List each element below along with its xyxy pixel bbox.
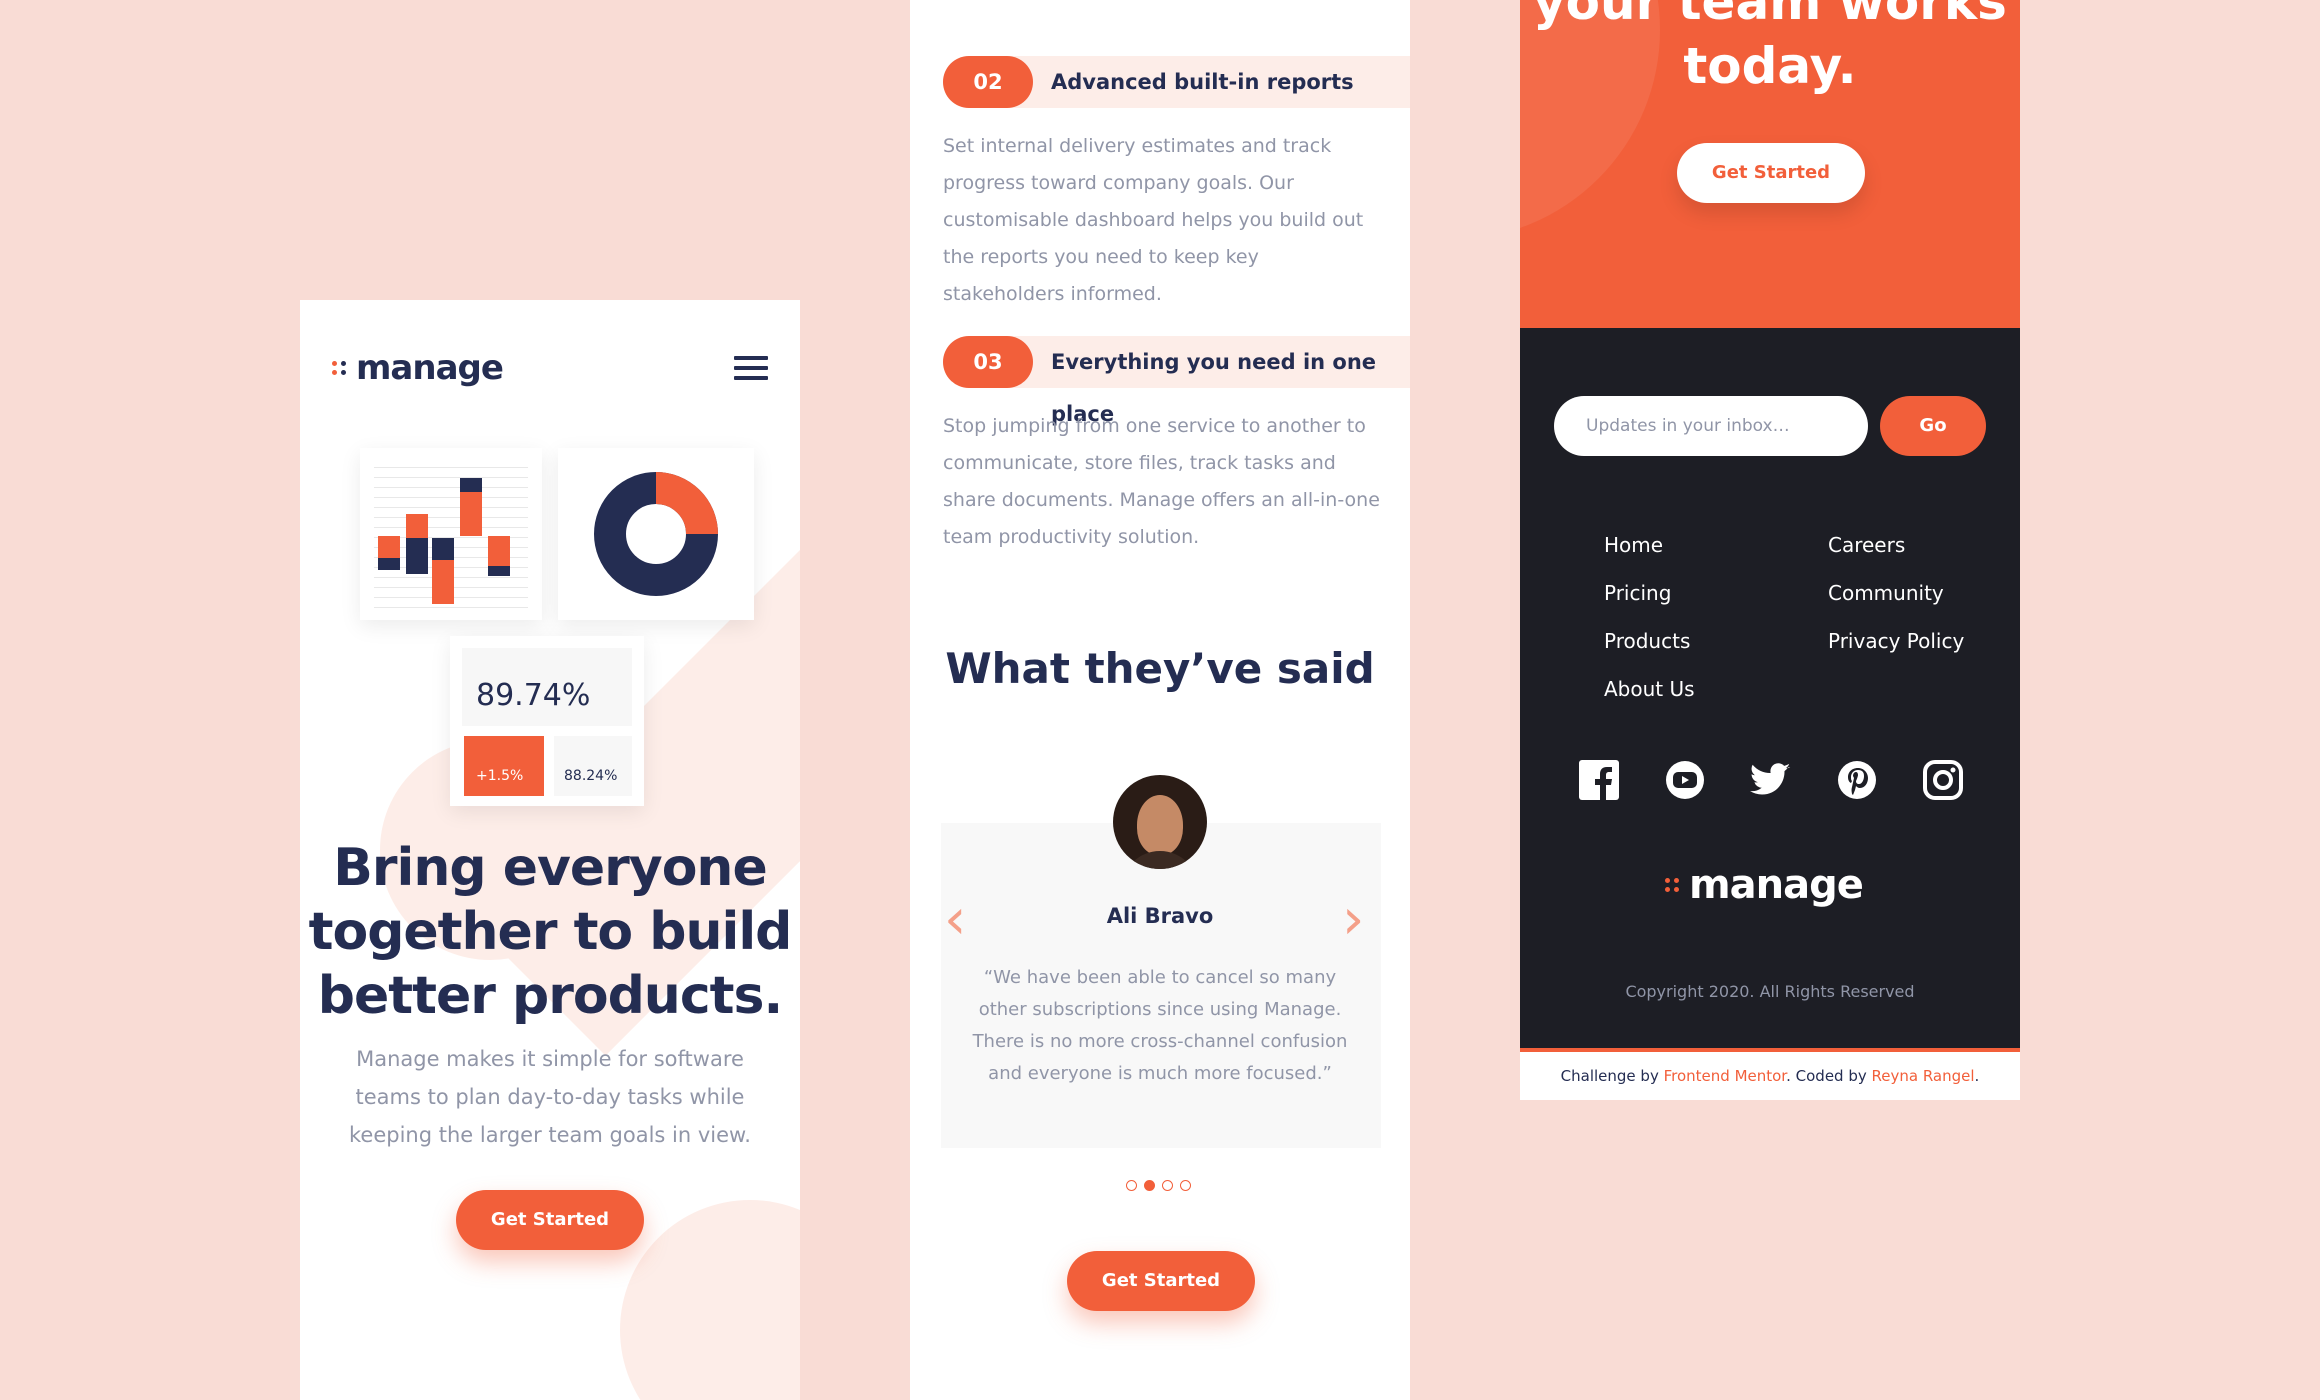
copyright-text: Copyright 2020. All Rights Reserved <box>1625 982 1915 1001</box>
get-started-button[interactable]: Get Started <box>1067 1251 1255 1311</box>
footer-link-products[interactable]: Products <box>1604 629 1690 653</box>
carousel-dot-active[interactable] <box>1144 1180 1155 1191</box>
mobile-footer-panel: your team works today. Get Started Updat… <box>1520 0 2020 1100</box>
footer-link-about[interactable]: About Us <box>1604 677 1695 701</box>
get-started-button[interactable]: Get Started <box>1677 143 1865 203</box>
donut-slice <box>655 472 718 535</box>
feature-item: 03 Everything you need in one place Stop… <box>943 336 1410 548</box>
logo-text: manage <box>1689 862 1864 908</box>
hamburger-menu-icon[interactable] <box>734 356 768 380</box>
social-links <box>1578 759 1964 801</box>
cta-title: your team works today. <box>1520 0 2020 98</box>
logo-dots-icon <box>1665 878 1679 892</box>
chart-bar <box>406 538 428 574</box>
donut-chart-card <box>558 448 754 620</box>
hero-description: Manage makes it simple for software team… <box>349 1047 751 1147</box>
feature-description: Stop jumping from one service to another… <box>943 415 1380 548</box>
testimonial-quote: “We have been able to cancel so many oth… <box>972 967 1348 1084</box>
feature-item: 02 Advanced built-in reports Set interna… <box>943 56 1410 305</box>
carousel-dots <box>1126 1180 1191 1191</box>
donut-chart <box>594 472 718 596</box>
footer-link-privacy[interactable]: Privacy Policy <box>1828 629 1964 653</box>
feature-number-badge: 02 <box>943 56 1033 108</box>
avatar <box>1113 775 1207 869</box>
stat-secondary-value: 88.24% <box>564 768 618 784</box>
twitter-icon[interactable] <box>1750 759 1792 801</box>
stat-secondary-tile: 88.24% <box>554 736 632 796</box>
testimonial-name: Ali Bravo <box>1106 904 1214 928</box>
carousel-dot[interactable] <box>1162 1180 1173 1191</box>
stat-card: 89.74% +1.5% 88.24% <box>450 636 644 806</box>
logo-dots-icon <box>332 361 346 375</box>
brand-logo[interactable]: manage <box>332 348 504 388</box>
carousel-dot[interactable] <box>1126 1180 1137 1191</box>
background-blob <box>620 1200 800 1400</box>
chart-bar <box>460 492 482 536</box>
frontend-mentor-link[interactable]: Frontend Mentor <box>1664 1067 1787 1085</box>
youtube-icon[interactable] <box>1664 759 1706 801</box>
footer-link-home[interactable]: Home <box>1604 533 1663 557</box>
stat-change-value: +1.5% <box>476 768 524 784</box>
cta-title-line: your team works <box>1533 0 2007 31</box>
footer-link-community[interactable]: Community <box>1828 581 1944 605</box>
footer-link-pricing[interactable]: Pricing <box>1604 581 1671 605</box>
chart-bar <box>378 558 400 570</box>
facebook-icon[interactable] <box>1578 759 1620 801</box>
testimonials-heading: What they’ve said <box>945 644 1375 693</box>
stat-main-value: 89.74% <box>476 678 591 713</box>
footer-link-careers[interactable]: Careers <box>1828 533 1905 557</box>
chart-bar <box>488 566 510 576</box>
feature-description: Set internal delivery estimates and trac… <box>943 135 1364 305</box>
mobile-features-panel: 02 Advanced built-in reports Set interna… <box>910 0 1410 1400</box>
mobile-hero-panel: manage 89.74% +1.5% 88.24% Bring everyon… <box>300 300 800 1400</box>
hero-title: Bring everyone together to build better … <box>308 838 793 1026</box>
get-started-button[interactable]: Get Started <box>456 1190 644 1250</box>
cta-title-line: today. <box>1683 37 1857 95</box>
feature-title: Advanced built-in reports <box>1051 70 1354 94</box>
bar-chart-card <box>360 448 542 620</box>
attribution-bar: Challenge by Frontend Mentor. Coded by R… <box>1520 1048 2020 1100</box>
instagram-icon[interactable] <box>1922 759 1964 801</box>
newsletter-input[interactable]: Updates in your inbox… <box>1554 396 1868 456</box>
go-button[interactable]: Go <box>1880 396 1986 456</box>
footer-logo[interactable]: manage <box>1665 862 1864 908</box>
author-link[interactable]: Reyna Rangel <box>1872 1067 1975 1085</box>
feature-number-badge: 03 <box>943 336 1033 388</box>
chart-bar <box>432 560 454 604</box>
logo-text: manage <box>356 348 504 388</box>
pinterest-icon[interactable] <box>1836 759 1878 801</box>
carousel-dot[interactable] <box>1180 1180 1191 1191</box>
stat-change-tile: +1.5% <box>464 736 544 796</box>
footer: Updates in your inbox… Go Home Pricing P… <box>1520 328 2020 1048</box>
